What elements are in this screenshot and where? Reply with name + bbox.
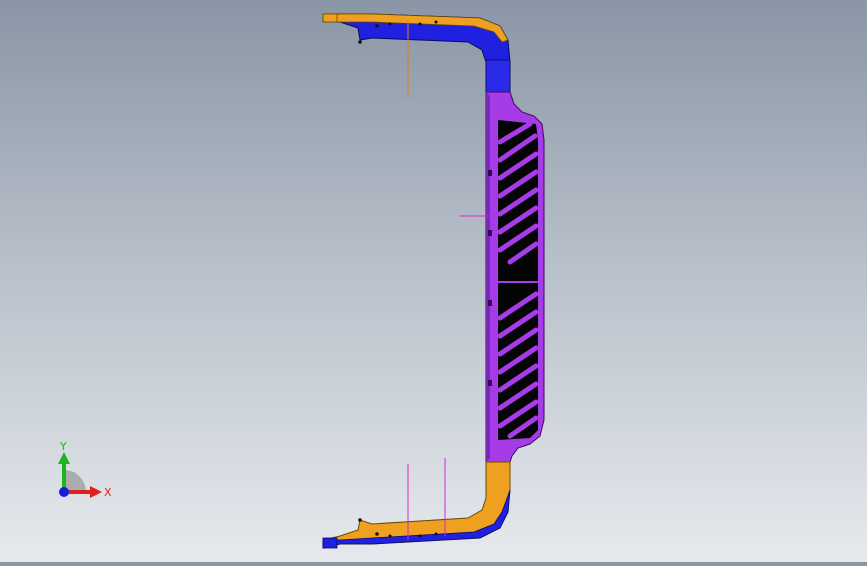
coordinate-triad: Y X [44,436,124,516]
y-axis-label: Y [59,440,67,453]
cad-graphics-viewport[interactable] [0,0,867,562]
center-panel[interactable] [485,91,545,463]
model-svg[interactable] [0,0,867,562]
x-axis-label: X [104,486,112,499]
bottom-arm[interactable] [322,461,511,549]
y-axis-arrowhead [58,452,70,464]
top-arm[interactable] [322,13,511,93]
x-axis-arrowhead [90,486,102,498]
z-axis-dot [59,487,69,497]
